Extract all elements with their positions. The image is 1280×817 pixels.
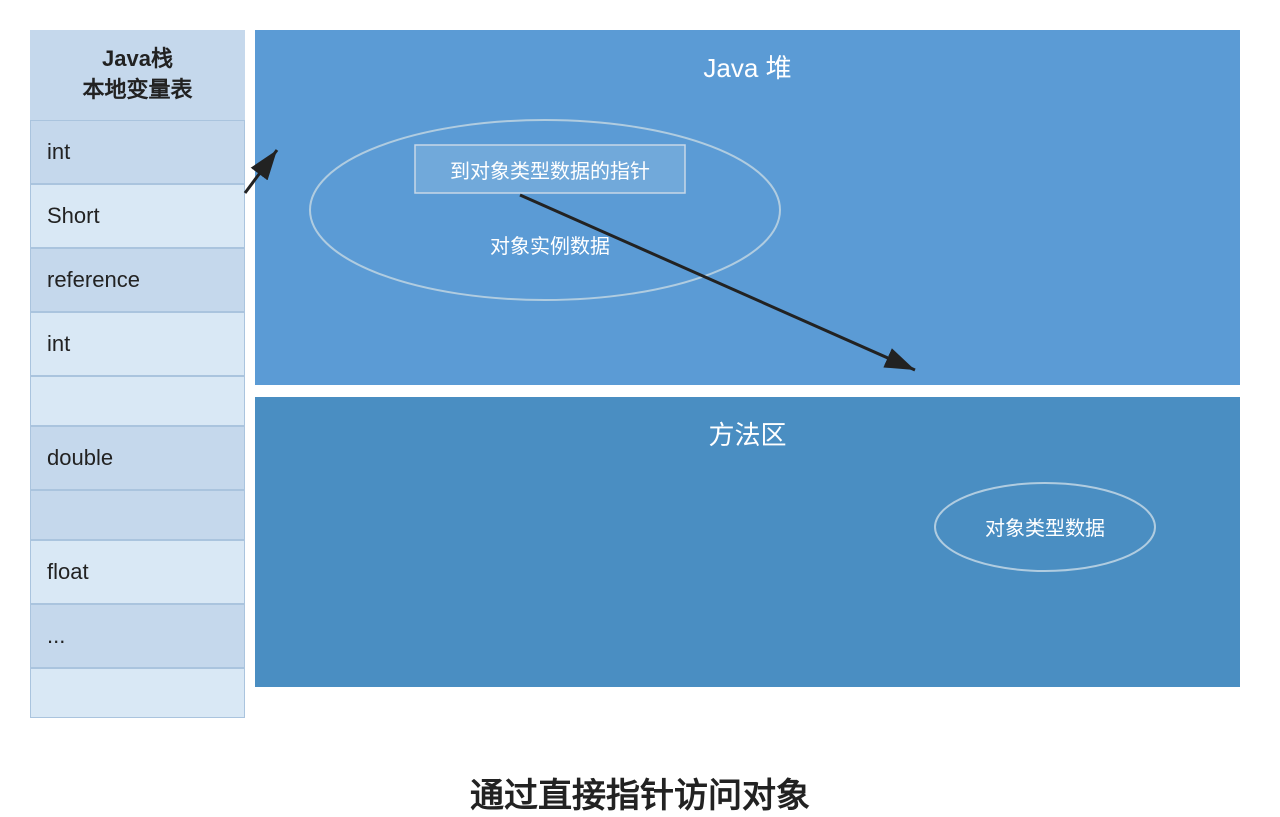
type-data-label: 对象类型数据 xyxy=(985,517,1105,540)
sidebar-item-double: double xyxy=(30,426,245,490)
heap-section: Java 堆 到对象类型数据的指针 对象实例数据 xyxy=(255,30,1240,385)
type-oval-svg: 对象类型数据 xyxy=(930,477,1160,577)
bottom-title: 通过直接指针访问对象 xyxy=(470,768,810,817)
instance-label: 对象实例数据 xyxy=(490,235,610,258)
sidebar-item-int2: int xyxy=(30,312,245,376)
right-area: Java 堆 到对象类型数据的指针 对象实例数据 xyxy=(255,30,1240,718)
sidebar-item-empty2 xyxy=(30,490,245,540)
sidebar-item-short: Short xyxy=(30,184,245,248)
section-gap xyxy=(255,385,1240,391)
sidebar-item-float: float xyxy=(30,540,245,604)
method-section: 方法区 对象类型数据 xyxy=(255,397,1240,687)
pointer-box-text: 到对象类型数据的指针 xyxy=(450,160,650,183)
method-title: 方法区 xyxy=(285,415,1210,452)
sidebar: Java栈本地变量表 int Short reference int doubl… xyxy=(30,30,245,718)
sidebar-item-reference: reference xyxy=(30,248,245,312)
sidebar-item-bottom xyxy=(30,668,245,718)
heap-oval-svg: 到对象类型数据的指针 对象实例数据 xyxy=(285,105,1210,305)
sidebar-item-int1: int xyxy=(30,120,245,184)
heap-title: Java 堆 xyxy=(285,48,1210,85)
sidebar-header: Java栈本地变量表 xyxy=(30,30,245,120)
sidebar-item-empty1 xyxy=(30,376,245,426)
type-oval-wrapper: 对象类型数据 xyxy=(930,477,1160,577)
sidebar-item-dots: ... xyxy=(30,604,245,668)
main-content: Java栈本地变量表 int Short reference int doubl… xyxy=(0,0,1280,738)
